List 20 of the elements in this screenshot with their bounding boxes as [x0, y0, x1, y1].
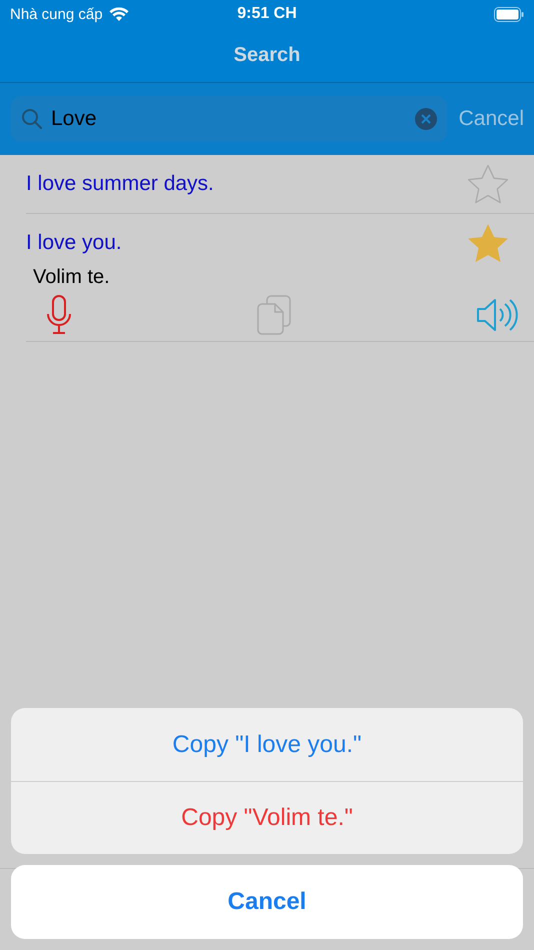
microphone-icon[interactable]	[46, 295, 72, 335]
star-icon[interactable]	[467, 223, 509, 263]
clear-icon	[414, 108, 437, 130]
phrase-text[interactable]: I love you.	[26, 231, 122, 255]
wifi-icon	[108, 6, 129, 22]
phrase-text[interactable]: I love summer days.	[26, 172, 214, 196]
battery-icon	[494, 6, 524, 22]
copy-option[interactable]: Copy "Volim te."	[11, 781, 523, 854]
carrier-name: Nhà cung cấp	[10, 6, 103, 22]
copy-icon[interactable]	[257, 295, 291, 335]
star-outline-icon[interactable]	[467, 164, 509, 204]
search-query: Love	[51, 107, 98, 131]
cancel-button[interactable]: Cancel	[11, 865, 523, 939]
cancel-button[interactable]: Cancel	[458, 107, 524, 131]
search-icon	[21, 108, 43, 130]
translation-text: Volim te.	[32, 266, 111, 289]
status-time: 9:51 CH	[237, 5, 297, 23]
search-field[interactable]: Love	[11, 96, 447, 142]
speaker-icon[interactable]	[476, 298, 518, 332]
copy-option[interactable]: Copy "I love you."	[11, 708, 523, 781]
